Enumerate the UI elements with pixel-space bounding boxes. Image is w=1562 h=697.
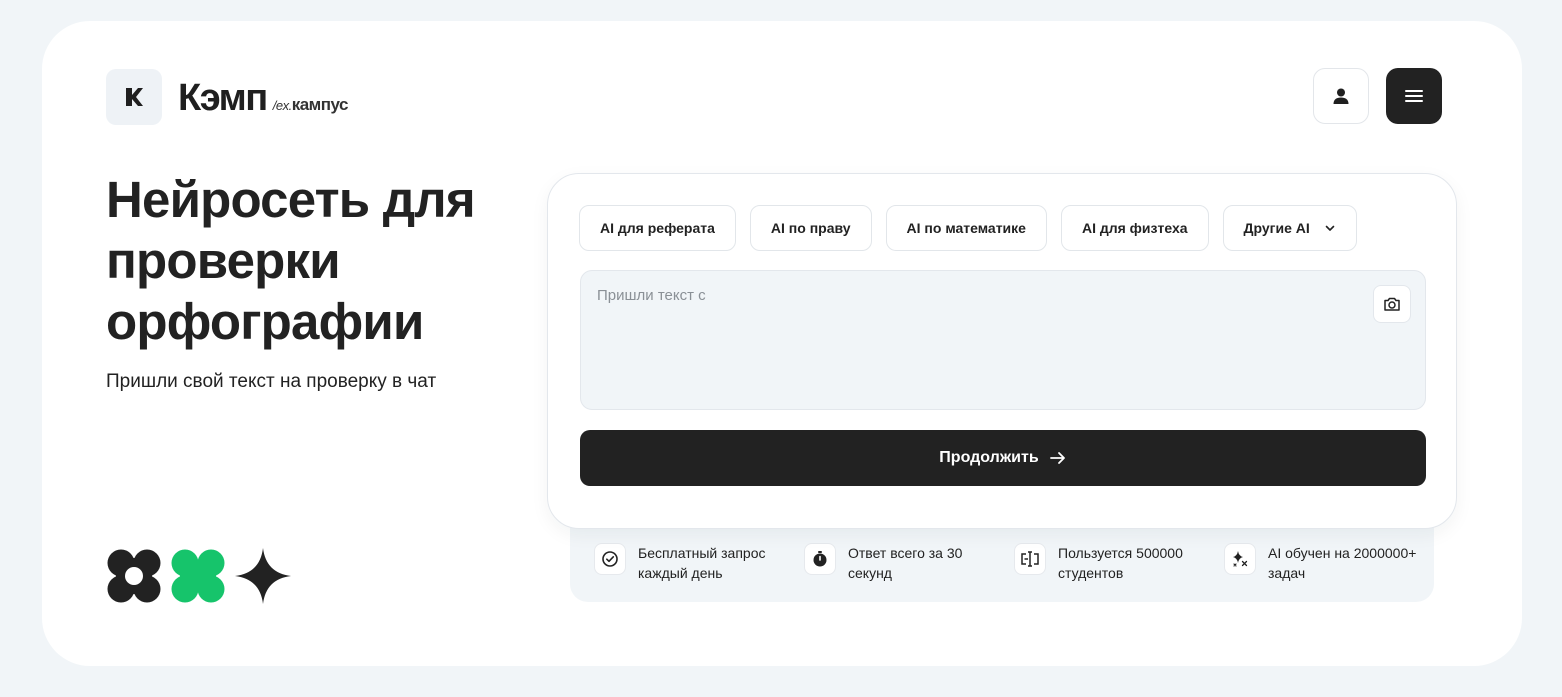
sparkle-shape <box>235 548 291 604</box>
brand-name: Кэмп <box>178 77 268 119</box>
feature-text: AI обучен на 2000000+ задач <box>1268 545 1417 581</box>
chip-label: Другие AI <box>1243 220 1310 236</box>
flower-shape <box>107 549 161 603</box>
user-icon <box>1333 88 1349 104</box>
camera-icon <box>1384 297 1400 311</box>
hamburger-menu-icon <box>1405 90 1423 102</box>
continue-label: Продолжить <box>939 449 1039 466</box>
chip-label: AI для реферата <box>600 220 715 236</box>
feature-text: Пользуется 500000 студентов <box>1058 545 1183 581</box>
chip-ai-referat[interactable]: AI для реферата <box>579 205 736 251</box>
chip-label: AI по праву <box>770 220 851 236</box>
message-input-wrapper <box>580 270 1426 410</box>
chip-ai-law[interactable]: AI по праву <box>749 205 872 251</box>
chip-ai-math[interactable]: AI по математике <box>885 205 1047 251</box>
ai-category-chips: AI для реферата AI по праву AI по матема… <box>579 205 1357 251</box>
decorative-shapes <box>107 548 291 604</box>
stopwatch-icon <box>813 551 827 567</box>
brand-sub: /ex.кампус <box>272 95 349 115</box>
brand-prefix: /ex. <box>272 98 292 113</box>
check-circle-icon <box>602 551 618 567</box>
message-input[interactable] <box>581 271 1425 409</box>
chevron-down-icon <box>1324 222 1336 234</box>
text-cursor-icon <box>1021 551 1039 567</box>
chat-form-panel: AI для реферата AI по праву AI по матема… <box>547 173 1457 529</box>
arrow-right-icon <box>1049 452 1065 464</box>
feature-item: Бесплатный запрос каждый день <box>594 543 794 583</box>
chip-ai-phystech[interactable]: AI для физтеха <box>1060 205 1209 251</box>
feature-text: Бесплатный запрос каждый день <box>638 545 766 581</box>
logo-badge[interactable] <box>106 69 162 125</box>
feature-item: Пользуется 500000 студентов <box>1014 543 1214 583</box>
chip-label: AI для физтеха <box>1081 220 1188 236</box>
upload-photo-button[interactable] <box>1373 285 1411 323</box>
user-account-button[interactable] <box>1313 68 1369 124</box>
continue-button[interactable]: Продолжить <box>580 430 1426 486</box>
brand-wordmark[interactable]: Кэмп /ex.кампус <box>178 77 349 119</box>
sparkles-icon <box>1233 551 1248 567</box>
menu-button[interactable] <box>1386 68 1442 124</box>
feature-item: AI обучен на 2000000+ задач <box>1224 543 1424 583</box>
chip-label: AI по математике <box>906 220 1026 236</box>
k-logo-icon <box>126 88 143 106</box>
chip-other-ai-dropdown[interactable]: Другие AI <box>1222 205 1357 251</box>
main-card: Кэмп /ex.кампус Нейросеть для проверки о… <box>42 21 1522 666</box>
page-title: Нейросеть для проверки орфографии <box>106 171 476 350</box>
feature-item: Ответ всего за 30 секунд <box>804 543 1004 583</box>
brand-sub-name: кампус <box>291 95 349 114</box>
page-subtitle: Пришли свой текст на проверку в чат <box>106 371 437 392</box>
clover-shape <box>171 549 225 603</box>
feature-text: Ответ всего за 30 секунд <box>848 545 963 581</box>
